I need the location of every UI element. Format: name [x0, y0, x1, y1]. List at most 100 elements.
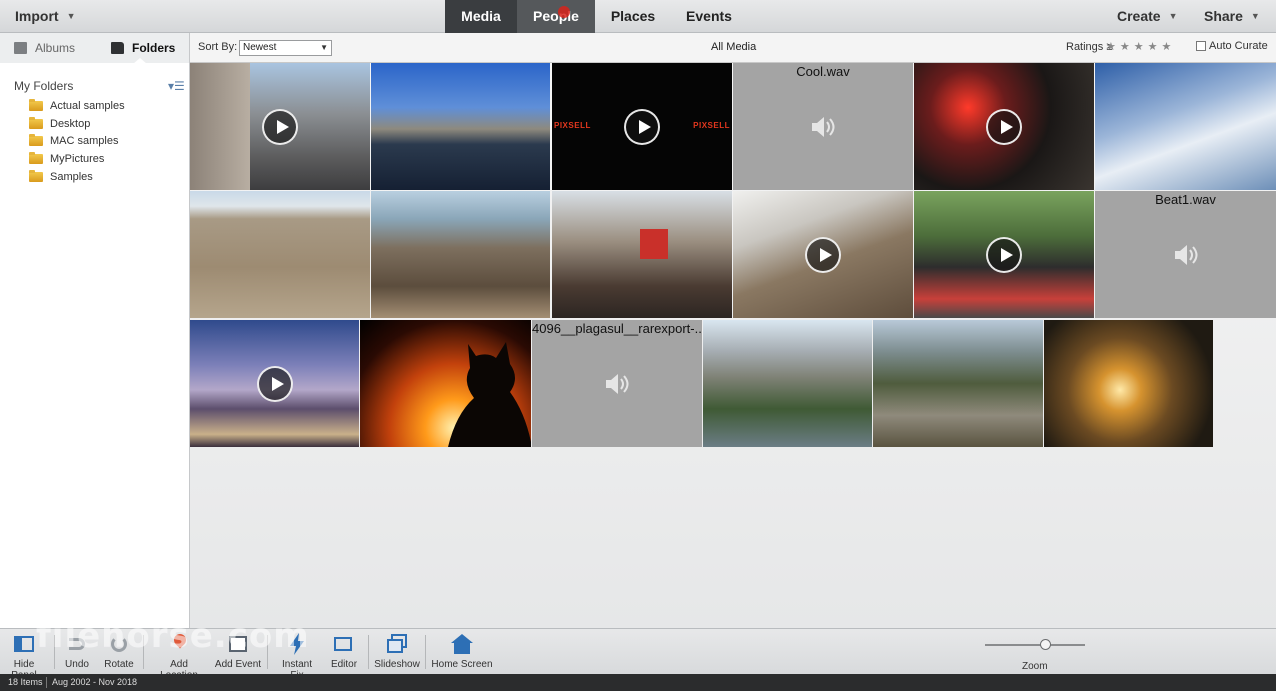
folder-item-desktop[interactable]: Desktop [29, 117, 90, 130]
media-thumbnail-video[interactable] [190, 320, 359, 447]
tab-places[interactable]: Places [595, 0, 671, 33]
play-icon[interactable] [262, 108, 298, 145]
chevron-down-icon: ▼ [320, 43, 328, 52]
ratings-text: Ratings [1066, 41, 1104, 53]
media-thumbnail-photo[interactable] [1095, 63, 1276, 190]
editor-icon [332, 632, 356, 656]
building-shape [190, 63, 250, 190]
folder-item-mypictures[interactable]: MyPictures [29, 152, 105, 165]
rotate-label: Rotate [104, 659, 134, 670]
folder-label: MyPictures [50, 153, 105, 165]
import-label: Import [15, 8, 59, 24]
media-thumbnail-audio[interactable]: Beat1.wav [1095, 191, 1276, 318]
media-thumbnail-photo[interactable] [190, 191, 370, 318]
folders-label: Folders [132, 41, 176, 55]
status-divider [46, 677, 47, 688]
media-thumbnail-video[interactable]: PIXSELL PIXSELL [552, 63, 732, 190]
folder-item-mac-samples[interactable]: MAC samples [29, 134, 119, 147]
view-title: All Media [711, 41, 757, 53]
panel-icon [12, 632, 36, 656]
chevron-down-icon: ▼ [1168, 11, 1178, 21]
pixsell-text: PIXSELL [554, 121, 591, 130]
rating-stars[interactable]: ★★★★★ [1106, 40, 1175, 53]
folder-icon [29, 99, 43, 111]
folder-label: Actual samples [50, 100, 125, 112]
folder-icon [29, 170, 43, 182]
pixsell-text: PIXSELL [693, 121, 730, 130]
play-icon[interactable] [986, 236, 1022, 273]
cursor-indicator [558, 6, 570, 18]
panel-tabs: Albums Folders [0, 33, 190, 64]
folder-icon [29, 117, 43, 129]
media-thumbnail-audio[interactable]: Cool.wav [733, 63, 913, 190]
editor-button[interactable]: Editor [328, 632, 360, 670]
play-icon[interactable] [805, 236, 841, 273]
organizer-window: Import ▼ Media People Places Events Creat… [0, 0, 1276, 691]
folder-icon [29, 134, 43, 146]
media-thumbnail-photo[interactable] [371, 63, 550, 190]
speaker-icon [606, 373, 629, 394]
folder-label: Samples [50, 171, 93, 183]
zoom-handle[interactable] [1040, 639, 1051, 650]
my-folders-heading: My Folders [14, 79, 74, 93]
auto-curate-checkbox[interactable] [1196, 41, 1206, 51]
create-label: Create [1117, 8, 1161, 24]
tab-folders[interactable]: Folders [111, 41, 175, 55]
play-icon[interactable] [624, 108, 660, 145]
media-thumbnail-photo[interactable] [552, 191, 732, 318]
zoom-track [985, 644, 1085, 646]
media-thumbnail-video[interactable] [733, 191, 913, 318]
tab-albums[interactable]: Albums [14, 41, 75, 55]
home-icon [450, 632, 474, 656]
folder-item-actual-samples[interactable]: Actual samples [29, 99, 125, 112]
media-thumbnail-video[interactable] [914, 63, 1094, 190]
create-menu[interactable]: Create ▼ [1117, 0, 1178, 33]
tab-media[interactable]: Media [445, 0, 517, 33]
home-screen-label: Home Screen [431, 659, 493, 670]
share-label: Share [1204, 8, 1243, 24]
sort-value: Newest [243, 42, 277, 53]
toolbar-divider [368, 635, 369, 669]
watermark-logo: filehorse.com [36, 616, 310, 656]
media-thumbnail-photo[interactable] [703, 320, 872, 447]
media-thumbnail-photo[interactable] [873, 320, 1043, 447]
item-count: 18 Items [8, 677, 43, 687]
folder-icon [29, 152, 43, 164]
auto-curate-label: Auto Curate [1209, 40, 1268, 52]
media-thumbnail-photo[interactable] [360, 320, 531, 447]
tab-people[interactable]: People [517, 0, 595, 33]
slideshow-icon [385, 632, 409, 656]
media-thumbnail-video[interactable] [190, 63, 370, 190]
auto-curate-toggle[interactable]: Auto Curate [1196, 40, 1268, 52]
import-menu[interactable]: Import ▼ [15, 0, 75, 33]
undo-label: Undo [65, 659, 89, 670]
top-bar: Import ▼ Media People Places Events Creat… [0, 0, 1276, 33]
sort-select[interactable]: Newest ▼ [239, 40, 332, 56]
date-range: Aug 2002 - Nov 2018 [52, 677, 138, 687]
speaker-icon [1174, 244, 1197, 265]
folder-label: MAC samples [50, 135, 119, 147]
album-icon [14, 42, 27, 54]
tab-events[interactable]: Events [671, 0, 747, 33]
filter-bar: Albums Folders Sort By: Newest ▼ All Med… [0, 33, 1276, 64]
chevron-down-icon: ▼ [1250, 11, 1260, 21]
folder-options-icon[interactable]: ▾☰ [168, 79, 185, 93]
play-icon[interactable] [256, 365, 293, 402]
media-thumbnail-video[interactable] [914, 191, 1094, 318]
slideshow-button[interactable]: Slideshow [374, 632, 420, 670]
speaker-icon [812, 116, 835, 137]
media-thumbnail-photo[interactable] [1044, 320, 1213, 447]
add-event-label: Add Event [214, 659, 262, 670]
media-thumbnail-photo[interactable] [371, 191, 550, 318]
zoom-label: Zoom [1022, 661, 1048, 672]
folder-item-samples[interactable]: Samples [29, 170, 93, 183]
chevron-down-icon: ▼ [66, 11, 76, 21]
folder-icon [111, 42, 124, 54]
share-menu[interactable]: Share ▼ [1204, 0, 1260, 33]
play-icon[interactable] [986, 108, 1022, 145]
slideshow-label: Slideshow [374, 659, 420, 670]
media-thumbnail-audio[interactable]: 4096__plagasul__rarexport-... [532, 320, 702, 447]
audio-filename: Beat1.wav [1155, 192, 1216, 207]
home-screen-button[interactable]: Home Screen [431, 632, 493, 670]
cat-silhouette [448, 342, 531, 447]
